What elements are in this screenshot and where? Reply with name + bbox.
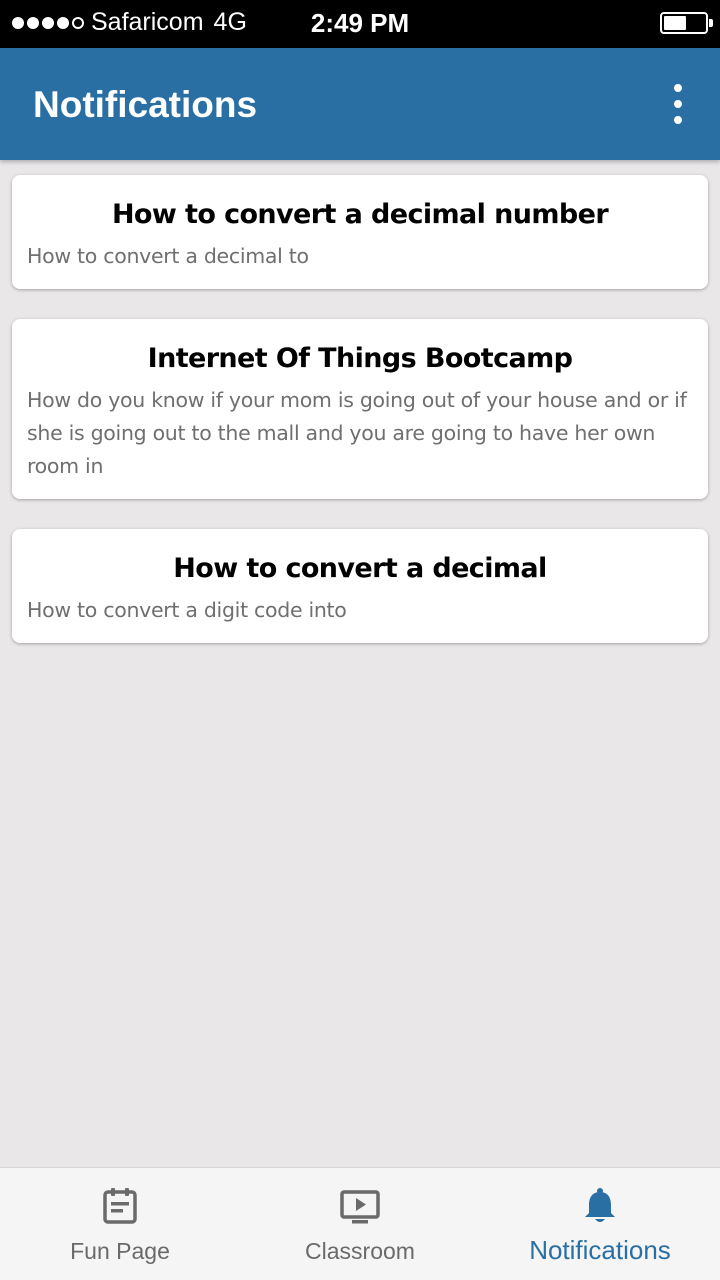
more-vert-icon[interactable] xyxy=(666,84,690,124)
status-time: 2:49 PM xyxy=(310,8,410,38)
notification-body: How to convert a decimal to xyxy=(27,244,309,268)
tab-label: Fun Page xyxy=(70,1238,170,1264)
notification-body: How to convert a digit code into xyxy=(27,598,347,622)
page-title: Notifications xyxy=(33,84,258,125)
tab-label: Classroom xyxy=(305,1238,415,1264)
battery-icon xyxy=(660,12,713,34)
notification-card[interactable]: How to convert a decimal How to convert … xyxy=(12,529,708,643)
bell-icon xyxy=(585,1188,615,1222)
bottom-tab-bar: Fun Page Classroom Notifications xyxy=(0,1167,720,1280)
calendar-note-icon xyxy=(103,1188,137,1224)
tab-fun-page[interactable]: Fun Page xyxy=(0,1168,240,1280)
notification-title: Internet Of Things Bootcamp xyxy=(147,343,573,374)
notification-list: How to convert a decimal number How to c… xyxy=(12,175,708,673)
tab-label: Notifications xyxy=(529,1235,671,1265)
notification-title: How to convert a decimal xyxy=(173,553,547,584)
tab-notifications[interactable]: Notifications xyxy=(480,1168,720,1280)
app-bar: Notifications xyxy=(0,48,720,160)
tab-classroom[interactable]: Classroom xyxy=(240,1168,480,1280)
notification-body: How do you know if your mom is going out… xyxy=(27,388,687,478)
notification-card[interactable]: How to convert a decimal number How to c… xyxy=(12,175,708,289)
status-bar: Safaricom 4G 2:49 PM xyxy=(0,0,720,48)
notification-card[interactable]: Internet Of Things Bootcamp How do you k… xyxy=(12,319,708,499)
video-player-icon xyxy=(340,1190,380,1224)
notification-title: How to convert a decimal number xyxy=(111,199,609,230)
